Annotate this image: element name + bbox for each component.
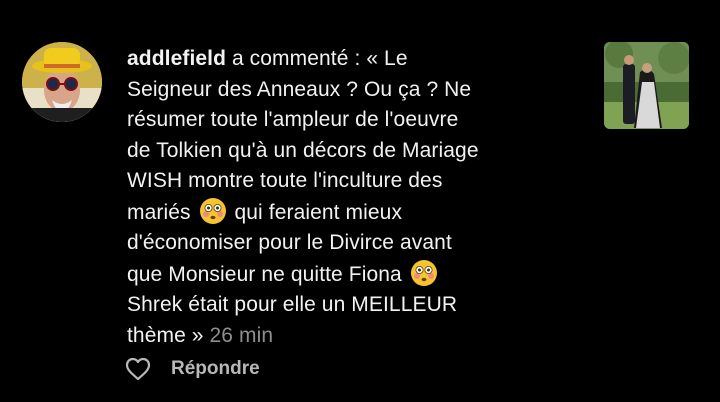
comment-line: WISH montre toute l'inculture des <box>127 169 443 192</box>
comment-line: Seigneur des Anneaux ? Ou ça ? Ne <box>127 77 472 101</box>
comment-line: résumer toute l'ampleur de l'oeuvre <box>127 108 459 131</box>
comment-line: Shrek était pour elle un MEILLEUR <box>127 293 458 316</box>
username[interactable]: addlefield <box>127 47 226 70</box>
comment-notification[interactable]: addlefield a commenté : « Le Seigneur de… <box>0 0 720 402</box>
comment-text: addlefield a commenté : « Le Seigneur de… <box>127 44 587 351</box>
comment-line: « Le <box>366 47 408 70</box>
comment-line: de Tolkien qu'à un décors de Mariage <box>127 138 479 162</box>
comment-line: d'économiser pour le Divirce avant <box>127 231 452 254</box>
flushed-face-emoji-icon <box>199 197 226 224</box>
heart-outline-icon[interactable] <box>125 357 151 381</box>
avatar[interactable] <box>22 42 102 122</box>
timestamp: 26 min <box>209 323 274 347</box>
post-thumbnail[interactable] <box>604 42 689 129</box>
comment-line: que Monsieur ne quitte Fiona <box>127 262 402 286</box>
comment-line: thème » <box>127 323 204 347</box>
flushed-face-emoji-icon <box>410 259 437 286</box>
comment-actions: Répondre <box>125 357 260 381</box>
comment-line: mariés <box>127 200 191 224</box>
reply-button[interactable]: Répondre <box>171 358 260 380</box>
action-text: a commenté : <box>231 47 361 70</box>
comment-line: qui feraient mieux <box>234 200 403 224</box>
